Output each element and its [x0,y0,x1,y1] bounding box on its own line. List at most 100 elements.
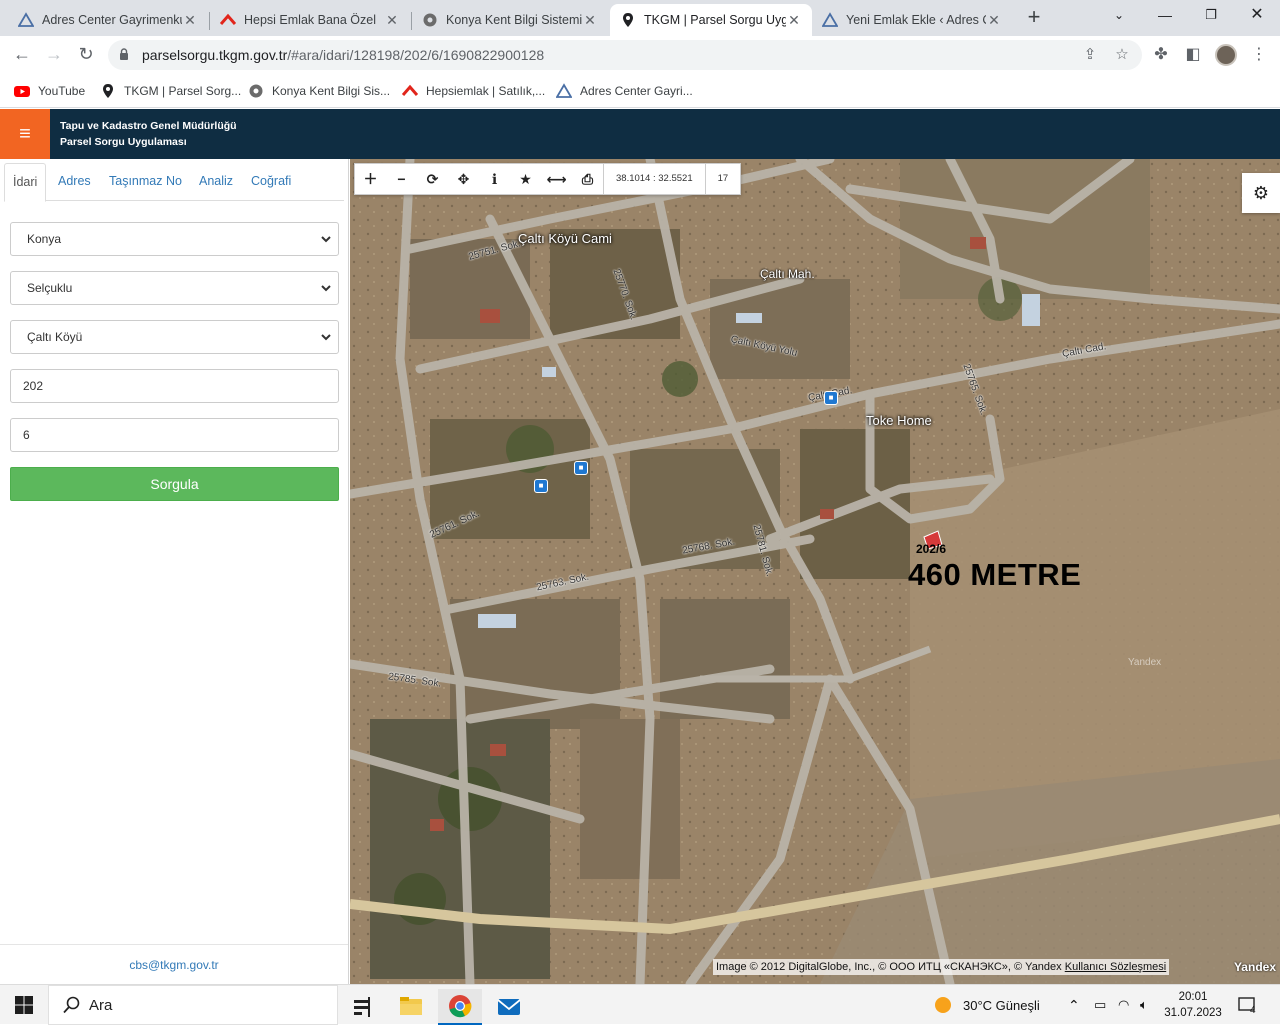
browser-tab[interactable]: Adres Center Gayrimenkul ✕ [8,4,208,36]
bus-stop-icon[interactable]: ■ [574,461,588,475]
bookmark-youtube[interactable]: YouTube [14,82,85,100]
terms-link[interactable]: Kullanıcı Sözleşmesi [1065,961,1167,973]
close-icon[interactable]: ✕ [582,12,598,29]
back-arrow-icon[interactable]: ← [10,43,34,67]
browser-tab[interactable]: Yeni Emlak Ekle ‹ Adres Center ✕ [812,4,1012,36]
address-bar[interactable]: parselsorgu.tkgm.gov.tr/#ara/idari/12819… [108,40,1142,70]
mahalle-label: Çaltı Mah. [760,267,815,281]
taskbar-search[interactable]: Ara [48,985,338,1025]
hepsiemlak-icon [220,13,236,25]
browser-tab-active[interactable]: TKGM | Parsel Sorgu Uygulaması ✕ [610,4,812,36]
settings-gear-icon[interactable]: ⚙ [1242,173,1280,213]
tab-title: TKGM | Parsel Sorgu Uygulaması [644,13,786,27]
tab-title: Hepsi Emlak Bana Özel [244,13,377,27]
chevron-down-icon [321,236,331,243]
poi-toke-home[interactable]: Toke Home [866,413,932,428]
favorite-star-icon[interactable]: ★ [510,164,541,194]
network-wifi-icon[interactable]: ◠ [1118,985,1129,1025]
info-icon[interactable]: ℹ [479,164,510,194]
meet-now-icon[interactable]: ▭ [1094,985,1106,1025]
system-clock[interactable]: 20:01 31.07.2023 [1163,989,1223,1021]
tab-adres[interactable]: Adres [50,163,99,201]
yandex-watermark: Yandex [1128,657,1162,668]
map-view[interactable]: ＋ − ⟳ ✥ ℹ ★ ⟷ ⎙ 38.1014 : 32.5521 17 ⚙ Ç… [350,159,1280,984]
close-icon[interactable]: ✕ [786,12,802,29]
il-select[interactable]: Konya [10,222,339,256]
refresh-icon[interactable]: ⟳ [417,164,448,194]
window-close-icon[interactable]: ✕ [1234,4,1280,28]
kebab-menu-icon[interactable]: ⋮ [1248,44,1270,66]
url-text[interactable]: parselsorgu.tkgm.gov.tr/#ara/idari/12819… [142,47,544,63]
parcel-label[interactable]: 202/6 [916,542,946,556]
bus-stop-icon[interactable]: ■ [534,479,548,493]
poi-mosque-label: Çaltı Köyü Cami [518,231,612,246]
sorgula-button[interactable]: Sorgula [10,467,339,501]
tab-title: Konya Kent Bilgi Sistemi [446,13,582,27]
browser-tab[interactable]: Konya Kent Bilgi Sistemi ✕ [412,4,608,36]
close-icon[interactable]: ✕ [384,12,400,29]
bookmark-adres-center[interactable]: Adres Center Gayri... [556,82,693,100]
mahalle-select[interactable]: Çaltı Köyü [10,320,339,354]
new-tab-plus-icon[interactable]: + [1022,6,1046,30]
tab-idari[interactable]: İdari [4,163,47,202]
profile-avatar[interactable] [1215,44,1237,66]
zoom-in-icon[interactable]: ＋ [355,164,386,194]
map-attribution: Image © 2012 DigitalGlobe, Inc., © ООО И… [713,959,1170,975]
file-explorer-icon[interactable] [389,989,433,1025]
url-host: parselsorgu.tkgm.gov.tr [142,47,288,63]
zoom-out-icon[interactable]: − [386,164,417,194]
bookmark-hepsiemlak[interactable]: Hepsiemlak | Satılık,... [402,82,545,100]
weather-text: 30°C Güneşli [963,997,1040,1013]
bookmark-konya[interactable]: Konya Kent Bilgi Sis... [248,82,390,100]
clock-time: 20:01 [1178,991,1208,1003]
bookmark-star-icon[interactable]: ☆ [1113,46,1131,64]
chevron-down-icon [321,285,331,292]
bookmark-tkgm[interactable]: TKGM | Parsel Sorg... [100,82,241,100]
yandex-logo[interactable]: Yandex [1234,960,1276,974]
bookmark-label: Hepsiemlak | Satılık,... [426,84,546,98]
parsel-input[interactable]: 6 [10,418,339,452]
close-icon[interactable]: ✕ [182,12,198,29]
print-icon[interactable]: ⎙ [572,164,603,194]
weather-widget[interactable]: 30°C Güneşli [933,985,1040,1025]
satellite-imagery [350,159,1280,984]
browser-toolbar: ← → ↻ parselsorgu.tkgm.gov.tr/#ara/idari… [0,36,1280,74]
tab-tasinmaz-no[interactable]: Taşınmaz No [101,163,190,201]
extensions-puzzle-icon[interactable]: ✤ [1150,44,1172,66]
ilce-select[interactable]: Selçuklu [10,271,339,305]
poi-mosque[interactable]: Çaltı Köyü Cami [518,231,612,246]
side-panel-icon[interactable]: ◧ [1182,44,1204,66]
close-icon[interactable]: ✕ [986,12,1002,29]
distance-annotation: 460 METRE [908,557,1082,592]
windows-taskbar: Ara 30°C Güneşli ⌃ ▭ ◠ 🔈︎ 20:01 31.07.20… [0,984,1280,1025]
hamburger-icon[interactable]: ≡ [0,109,50,159]
ilce-value: Selçuklu [27,281,73,295]
tab-search-chevron-icon[interactable]: ⌄ [1096,4,1142,28]
restore-icon[interactable]: ❐ [1188,4,1234,28]
windows-start-icon[interactable] [15,996,33,1014]
bus-stop-icon[interactable]: ■ [824,391,838,405]
chrome-icon[interactable] [438,989,482,1025]
tab-cografi[interactable]: Coğrafi [243,163,299,201]
mail-icon[interactable] [487,989,531,1025]
mahalle-value: Çaltı Köyü [27,330,83,344]
contact-email[interactable]: cbs@tkgm.gov.tr [0,944,348,984]
tab-analiz[interactable]: Analiz [191,163,241,201]
forward-arrow-icon[interactable]: → [42,43,66,67]
ada-input[interactable]: 202 [10,369,339,403]
tab-title: Yeni Emlak Ekle ‹ Adres Center [846,13,986,27]
hepsiemlak-icon [402,84,418,96]
locate-crosshair-icon[interactable]: ✥ [448,164,479,194]
measure-icon[interactable]: ⟷ [541,164,572,194]
volume-icon[interactable]: 🔈︎ [1140,985,1148,1025]
browser-tab[interactable]: Hepsi Emlak Bana Özel ✕ [210,4,410,36]
bookmarks-bar: YouTube TKGM | Parsel Sorg... Konya Kent… [0,74,1280,108]
task-view-icon[interactable] [340,989,384,1025]
bookmark-label: TKGM | Parsel Sorg... [124,84,242,98]
lock-icon[interactable] [119,48,129,61]
tray-chevron-up-icon[interactable]: ⌃ [1068,985,1080,1025]
reload-icon[interactable]: ↻ [74,43,98,67]
notification-center[interactable]: 4 [1238,985,1256,1025]
minimize-icon[interactable]: — [1142,4,1188,28]
share-icon[interactable]: ⇪ [1081,46,1099,64]
